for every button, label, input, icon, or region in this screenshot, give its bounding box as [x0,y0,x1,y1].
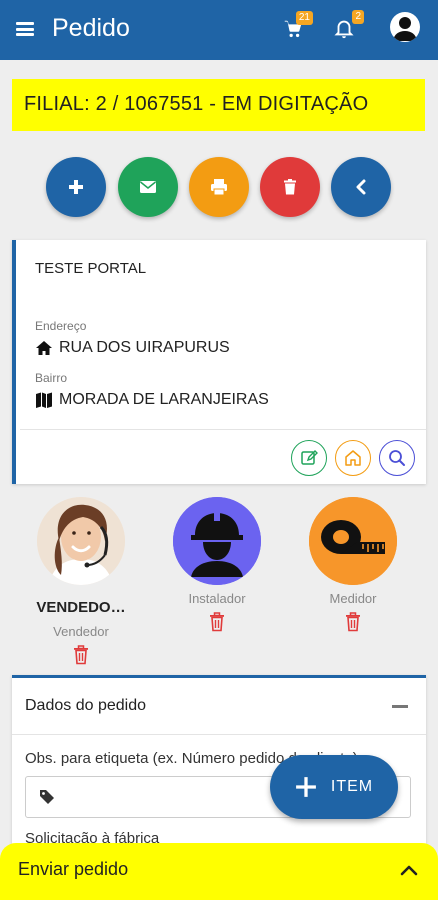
tape-measure-icon [309,497,397,585]
home-outline-icon [345,450,361,466]
tag-icon [40,790,54,804]
edit-icon [301,450,318,465]
home-icon [36,341,52,355]
collapse-minus-icon[interactable] [392,705,408,708]
print-button[interactable] [189,157,249,217]
remove-installer-trash-icon[interactable] [208,612,226,632]
search-client-button[interactable] [379,440,415,476]
hamburger-menu-icon[interactable] [16,22,34,36]
order-section-title: Dados do pedido [25,697,146,714]
remove-salesperson-trash-icon[interactable] [72,645,90,665]
printer-icon [211,179,227,196]
chevron-left-icon [356,179,366,195]
salesperson-role: Vendedor [53,624,109,639]
trash-icon [284,179,296,195]
divider [20,429,426,430]
add-item-label: ITEM [330,778,374,795]
envelope-icon [140,181,156,193]
send-order-label: Enviar pedido [18,859,129,879]
district-label: Bairro [35,371,68,385]
branch-status-banner: FILIAL: 2 / 1067551 - EM DIGITAÇÃO [12,79,425,131]
email-button[interactable] [118,157,178,217]
plus-icon [69,180,83,194]
map-icon [36,392,52,408]
saleswoman-photo [37,497,125,585]
address-value: RUA DOS UIRAPURUS [35,339,230,357]
salesperson-name: VENDEDO… [36,599,126,616]
search-icon [389,450,405,466]
district-value: MORADA DE LARANJEIRAS [35,391,269,409]
measurer[interactable]: Medidor [293,497,413,632]
user-icon [393,17,417,41]
chevron-up-icon[interactable] [400,863,418,877]
address-home-button[interactable] [335,440,371,476]
address-text: RUA DOS UIRAPURUS [59,339,230,356]
remove-measurer-trash-icon[interactable] [344,612,362,632]
cart-count-badge: 21 [295,11,313,25]
divider [12,734,426,735]
plus-icon [295,777,316,797]
client-name: TESTE PORTAL [35,260,147,277]
client-card: TESTE PORTAL Endereço RUA DOS UIRAPURUS … [12,240,426,484]
installer-icon [173,497,261,585]
installer[interactable]: Instalador [157,497,277,632]
add-button[interactable] [46,157,106,217]
address-label: Endereço [35,319,87,333]
notification-count-badge: 2 [352,10,364,24]
edit-client-button[interactable] [291,440,327,476]
back-button[interactable] [331,157,391,217]
delete-button[interactable] [260,157,320,217]
notifications-button[interactable]: 2 [333,10,364,41]
add-item-button[interactable]: ITEM [270,755,398,819]
installer-role: Instalador [188,591,246,606]
app-bar: Pedido 21 2 [0,0,438,60]
district-text: MORADA DE LARANJEIRAS [59,391,269,408]
salesperson[interactable]: VENDEDO… Vendedor [21,497,141,665]
page-title: Pedido [52,14,130,42]
send-order-bar[interactable]: Enviar pedido [0,843,438,900]
measurer-role: Medidor [329,591,377,606]
cart-button[interactable]: 21 [282,11,313,40]
action-buttons [0,157,438,217]
user-avatar[interactable] [390,12,420,42]
